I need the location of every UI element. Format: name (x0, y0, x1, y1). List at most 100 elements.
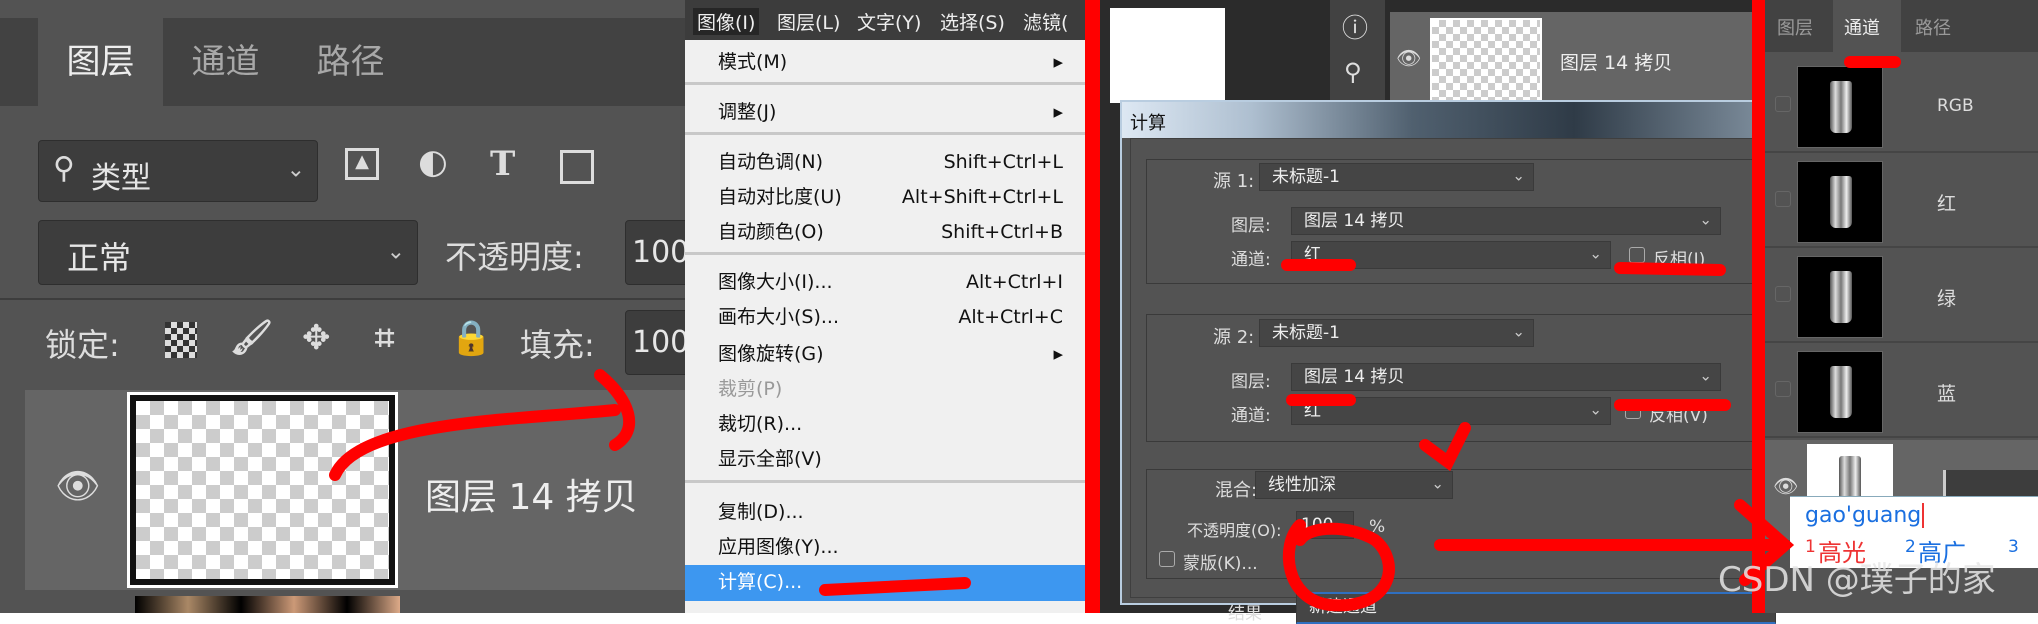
channel-name-input[interactable] (1943, 470, 2038, 496)
adjustment-filter-icon[interactable]: ◐ (418, 142, 448, 182)
menu-item-image-rotation[interactable]: 图像旋转(G) ▸ (685, 337, 1085, 371)
fill-value: 100 (632, 325, 690, 360)
blend-mode-value: 正常 (67, 239, 132, 277)
menu-item-auto-contrast[interactable]: 自动对比度(U) Alt+Shift+Ctrl+L (685, 180, 1085, 214)
menu-filter[interactable]: 滤镜( (1023, 8, 1068, 35)
channel-thumbnail (1797, 256, 1883, 338)
tab-layers[interactable]: 图层 (38, 18, 163, 106)
menu-item-adjust[interactable]: 调整(J) ▸ (685, 95, 1085, 129)
lock-icon[interactable]: 🔒 (450, 318, 492, 358)
menu-type[interactable]: 文字(Y) (857, 8, 921, 35)
source1-channel-select[interactable]: 红 ⌄ (1291, 241, 1611, 269)
source2-invert-label: 反相(V) (1649, 406, 1708, 426)
layer-name: 图层 14 拷贝 (425, 477, 638, 518)
visibility-toggle[interactable] (1775, 381, 1791, 397)
lock-transparent-icon[interactable] (165, 322, 197, 358)
source2-channel-select[interactable]: 红 ⌄ (1291, 397, 1611, 425)
layer-thumbnail (1430, 18, 1542, 104)
menu-item-apply-image[interactable]: 应用图像(Y)... (685, 530, 1085, 564)
source2-invert-checkbox[interactable] (1625, 403, 1641, 419)
channel-row-blue[interactable]: 蓝 (1765, 343, 2038, 438)
channel-row-red[interactable]: 红 (1765, 153, 2038, 248)
channels-tab-bar: 图层 通道 路径 (1765, 0, 2038, 52)
ime-input-text: gao'guang (1805, 503, 1925, 528)
chevron-down-icon: ⌄ (286, 157, 305, 183)
channel-thumbnail (1797, 161, 1883, 243)
menu-item-duplicate[interactable]: 复制(D)... (685, 495, 1085, 529)
blend-label: 混合: (1215, 480, 1258, 501)
lock-label: 锁定: (45, 326, 120, 364)
visibility-toggle[interactable] (1775, 96, 1791, 112)
layer-thumbnail (127, 392, 398, 588)
result-select[interactable]: 新建通道 (1296, 592, 1776, 624)
layer-name: 图层 14 拷贝 (1560, 52, 1673, 74)
result-label: 结果 (1228, 604, 1262, 624)
dialog-title-bar[interactable]: 计算 (1122, 102, 1768, 138)
menu-item-auto-color[interactable]: 自动颜色(O) Shift+Ctrl+B (685, 215, 1085, 249)
filter-select[interactable]: ⚲ 类型 ⌄ (38, 140, 318, 202)
channel-row-rgb[interactable]: RGB (1765, 58, 2038, 153)
source2-channel-label: 通道: (1231, 406, 1271, 426)
eye-icon[interactable]: 👁 (1396, 46, 1421, 70)
image-filter-icon[interactable]: ▲ (345, 148, 379, 180)
tab-channels[interactable]: 通道 (163, 18, 288, 106)
filter-value: 类型 (91, 161, 151, 196)
source2-doc-select[interactable]: 未标题-1 ⌄ (1259, 319, 1534, 347)
tab-paths[interactable]: 路径 (288, 18, 413, 106)
source1-invert-label: 反相(I) (1653, 250, 1706, 270)
mask-label: 蒙版(K)... (1183, 554, 1258, 574)
chevron-down-icon: ⌄ (386, 238, 405, 264)
channel-name: 蓝 (1937, 383, 1957, 405)
source1-invert-checkbox[interactable] (1629, 247, 1645, 263)
menu-item-reveal-all[interactable]: 显示全部(V) (685, 442, 1085, 476)
watermark: CSDN @璞子的家 (1718, 560, 1996, 600)
tab-paths[interactable]: 路径 (1915, 14, 1951, 40)
menu-item-mode[interactable]: 模式(M) ▸ (685, 45, 1085, 79)
shape-filter-icon[interactable] (560, 150, 594, 184)
dialog-opacity-input[interactable]: 100 (1296, 511, 1354, 539)
mask-checkbox[interactable] (1159, 551, 1175, 567)
menu-bar: 图像(I) 图层(L) 文字(Y) 选择(S) 滤镜( (685, 0, 1085, 40)
dialog-opacity-label: 不透明度(O): (1187, 521, 1282, 540)
menu-item-auto-tone[interactable]: 自动色调(N) Shift+Ctrl+L (685, 145, 1085, 179)
visibility-toggle[interactable] (1775, 286, 1791, 302)
menu-image[interactable]: 图像(I) (693, 8, 760, 35)
channel-thumbnail (1797, 66, 1883, 148)
menu-layer[interactable]: 图层(L) (777, 8, 840, 35)
blend-select[interactable]: 线性加深 ⌄ (1255, 471, 1453, 499)
menu-item-trim[interactable]: 裁切(R)... (685, 407, 1085, 441)
menu-item-crop: 裁剪(P) (718, 378, 783, 400)
source1-layer-select[interactable]: 图层 14 拷贝 ⌄ (1291, 207, 1721, 235)
channel-row-green[interactable]: 绿 (1765, 248, 2038, 343)
search-icon: ⚲ (53, 151, 75, 186)
source1-doc-select[interactable]: 未标题-1 ⌄ (1259, 163, 1534, 191)
artboard-icon[interactable]: ⌗ (375, 318, 394, 358)
type-filter-icon[interactable]: T (490, 144, 515, 184)
brushes-icon[interactable]: ⚲ (1344, 58, 1362, 86)
layer-row[interactable]: 👁 图层 14 拷贝 (25, 390, 685, 590)
eye-icon[interactable]: 👁 (1773, 474, 1798, 498)
tab-channels[interactable]: 通道 (1833, 0, 1901, 52)
eye-icon[interactable]: 👁 (55, 465, 101, 507)
layers-panel: 图层 通道 路径 ⚲ 类型 ⌄ ▲ ◐ T 正常 ⌄ 不透明度: 100 锁定:… (0, 0, 705, 613)
menu-item-image-size[interactable]: 图像大小(I)... Alt+Ctrl+I (685, 265, 1085, 299)
menu-item-calculations[interactable]: 计算(C)... (685, 565, 1085, 601)
layer-row[interactable]: 👁 图层 14 拷贝 (1390, 12, 1755, 112)
blend-mode-select[interactable]: 正常 ⌄ (38, 220, 418, 285)
next-layer-thumbnail (135, 596, 400, 613)
brush-icon[interactable]: 🖌 (230, 318, 273, 358)
channel-name: 红 (1937, 193, 1957, 215)
move-icon[interactable]: ✥ (302, 318, 331, 358)
info-icon[interactable]: ⓘ (1342, 8, 1368, 45)
menu-item-canvas-size[interactable]: 画布大小(S)... Alt+Ctrl+C (685, 300, 1085, 334)
source1-label: 源 1: (1213, 171, 1255, 192)
dialog-title: 计算 (1130, 113, 1166, 134)
red-divider (1752, 0, 1765, 613)
visibility-toggle[interactable] (1775, 191, 1791, 207)
opacity-label: 不透明度: (445, 238, 584, 276)
channel-name: 绿 (1937, 288, 1957, 310)
source2-layer-select[interactable]: 图层 14 拷贝 ⌄ (1291, 363, 1721, 391)
tab-layers[interactable]: 图层 (1777, 14, 1813, 40)
menu-select[interactable]: 选择(S) (940, 8, 1005, 35)
canvas (1110, 8, 1225, 103)
